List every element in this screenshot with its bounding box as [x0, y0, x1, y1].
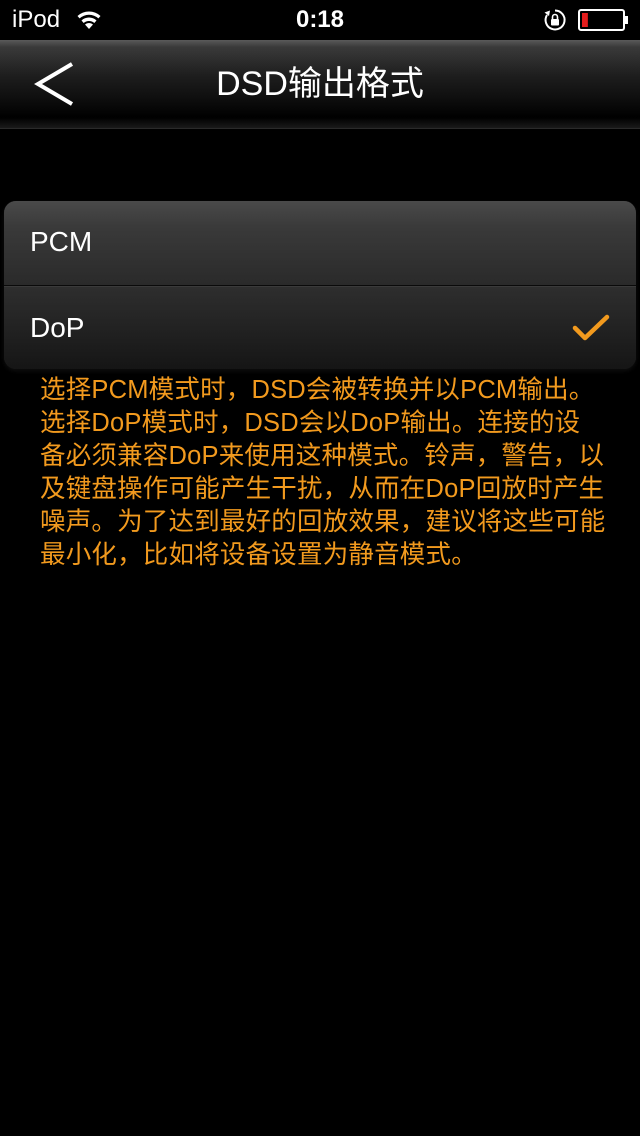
option-dop[interactable]: DoP	[4, 286, 636, 369]
option-label: PCM	[30, 226, 93, 257]
option-pcm[interactable]: PCM	[4, 201, 636, 286]
battery-low-icon	[578, 9, 630, 31]
option-label: DoP	[30, 312, 85, 343]
navigation-bar: DSD输出格式	[0, 40, 640, 129]
output-format-options: PCM DoP	[4, 201, 636, 369]
checkmark-icon	[572, 314, 610, 342]
page-title: DSD输出格式	[216, 65, 424, 103]
status-bar: iPod 0:18	[0, 0, 640, 40]
rotation-lock-icon	[543, 8, 567, 32]
screen: iPod 0:18 DSD输出格式 PCM DoP 选择PCM模式时，DSD会被…	[0, 0, 640, 1136]
description-text: 选择PCM模式时，DSD会被转换并以PCM输出。选择DoP模式时，DSD会以Do…	[40, 376, 606, 569]
